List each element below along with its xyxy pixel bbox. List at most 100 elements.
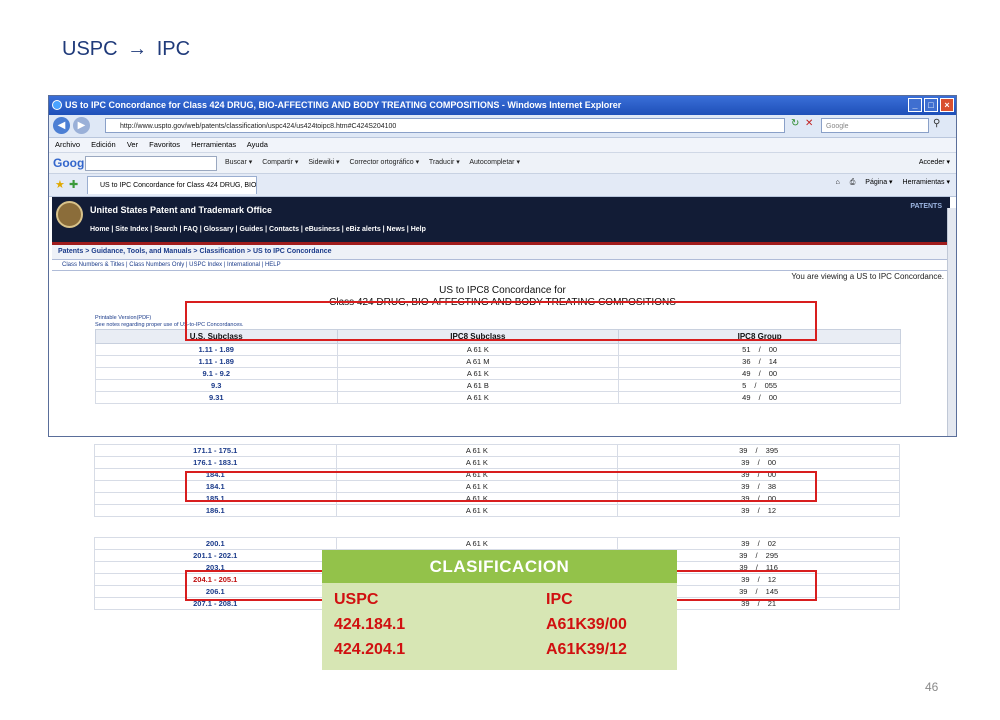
toolbar-compartir[interactable]: Compartir ▾ [262,159,298,166]
ipc8-group-cell: 39 / 12 [617,504,900,517]
address-bar: ◀ ▶ http://www.uspto.gov/web/patents/cla… [49,115,956,138]
ipc8-group-cell: 49 / 00 [618,391,901,404]
stop-button[interactable]: ✕ [805,118,813,129]
menu-herramientas[interactable]: Herramientas [191,140,236,149]
us-subclass-cell[interactable]: 9.31 [95,391,338,404]
ipc8-subclass-cell: A 61 K [336,391,620,404]
url-input[interactable]: http://www.uspto.gov/web/patents/classif… [105,118,785,133]
menu-bar: Archivo Edición Ver Favoritos Herramient… [49,138,956,153]
ipc-header: IPC [546,591,573,608]
favorites-star-icon[interactable]: ★ [55,178,65,191]
table-row: 186.1 A 61 K 39 / 12 [94,504,900,517]
table-row: 176.1 - 183.1 A 61 K 39 / 00 [94,456,900,469]
back-button[interactable]: ◀ [53,117,70,134]
toolbar-traducir[interactable]: Traducir ▾ [429,159,460,166]
ipc8-group-cell: 39 / 395 [617,444,900,457]
search-input[interactable]: Google [821,118,929,133]
tools-menu[interactable]: Herramientas ▾ [903,179,950,186]
us-subclass-cell[interactable]: 176.1 - 183.1 [94,456,337,469]
window-controls: _ □ × [908,98,954,112]
print-icon[interactable]: ⎙ [850,179,856,186]
ipc8-subclass-cell: A 61 K [335,537,619,550]
page-number: 46 [925,680,939,694]
uspc-header: USPC [334,591,379,608]
table-row: 9.3 A 61 B5 / 055 [95,379,901,392]
uspc-value-1: 424.184.1 [334,616,406,633]
window-title: US to IPC Concordance for Class 424 DRUG… [65,100,622,110]
page-scrollbar[interactable] [947,208,956,436]
menu-ver[interactable]: Ver [127,140,138,149]
concordance-title-line1: US to IPC8 Concordance for [439,285,566,296]
home-icon[interactable]: ⌂ [836,179,840,186]
minimize-button[interactable]: _ [908,98,922,112]
slide-title: USPC → IPC [62,38,190,61]
viewing-note: You are viewing a US to IPC Concordance. [791,272,944,281]
tab-bar: ★ ✚ US to IPC Concordance for Class 424 … [49,174,956,197]
ipc8-subclass-cell: A 61 M [336,355,620,368]
title-right: IPC [156,38,191,60]
ipc8-subclass-cell: A 61 K [336,343,620,356]
table-row: 1.11 - 1.89 A 61 K 51 / 00 [95,343,901,356]
ipc-value-1: A61K39/00 [546,616,627,633]
menu-archivo[interactable]: Archivo [55,140,80,149]
ipc8-group-cell: 51 / 00 [618,343,901,356]
ipc8-subclass-cell: A 61 K [335,504,619,517]
close-button[interactable]: × [940,98,954,112]
google-toolbar-items: Buscar ▾ Compartir ▾ Sidewiki ▾ Correcto… [225,153,528,173]
table-row: 171.1 - 175.1 A 61 K 39 / 395 [94,444,900,457]
ipc8-subclass-cell: A 61 K [335,444,619,457]
google-search-input[interactable] [85,156,217,171]
menu-favoritos[interactable]: Favoritos [149,140,180,149]
title-left: USPC [62,38,118,60]
sub-navigation[interactable]: Class Numbers & Titles | Class Numbers O… [52,259,950,271]
office-name: United States Patent and Trademark Offic… [90,205,273,215]
highlight-title-box [185,301,817,341]
ipc8-group-cell: 39 / 02 [617,537,900,550]
uspc-value-2: 424.204.1 [334,641,406,658]
table-row: 1.11 - 1.89 A 61 M 36 / 14 [95,355,901,368]
us-subclass-cell[interactable]: 171.1 - 175.1 [94,444,337,457]
menu-ayuda[interactable]: Ayuda [247,140,268,149]
table-row: 9.1 - 9.2 A 61 K 49 / 00 [95,367,901,380]
ipc8-group-cell: 36 / 14 [618,355,901,368]
browser-tab[interactable]: US to IPC Concordance for Class 424 DRUG… [87,176,257,194]
us-subclass-cell[interactable]: 9.1 - 9.2 [95,367,338,380]
us-subclass-cell[interactable]: 201.1 - 202.1 [94,549,337,562]
uspto-header: United States Patent and Trademark Offic… [52,197,950,242]
google-toolbar: Google Buscar ▾ Compartir ▾ Sidewiki ▾ C… [49,153,956,174]
search-icon[interactable]: ⚲ [933,118,940,129]
patents-tag: PATENTS [910,203,942,210]
clasificacion-box: CLASIFICACION USPC IPC 424.184.1 A61K39/… [322,550,677,670]
breadcrumb[interactable]: Patents > Guidance, Tools, and Manuals >… [52,245,950,259]
highlight-184-box [185,471,817,502]
uspto-seal-icon [56,201,83,228]
browser-window: US to IPC Concordance for Class 424 DRUG… [48,95,957,437]
ipc8-subclass-cell: A 61 K [336,367,620,380]
acceder-button[interactable]: Acceder ▾ [919,153,950,173]
toolbar-buscar[interactable]: Buscar ▾ [225,159,252,166]
ipc8-subclass-cell: A 61 B [336,379,620,392]
window-titlebar: US to IPC Concordance for Class 424 DRUG… [49,96,956,115]
ie-icon [52,100,62,110]
us-subclass-cell[interactable]: 9.3 [95,379,338,392]
us-subclass-cell[interactable]: 1.11 - 1.89 [95,343,338,356]
ipc8-group-cell: 5 / 055 [618,379,901,392]
toolbar-autocompletar[interactable]: Autocompletar ▾ [469,159,520,166]
page-menu[interactable]: Página ▾ [865,179,892,186]
header-nav-links[interactable]: Home | Site Index | Search | FAQ | Gloss… [90,226,426,233]
us-subclass-cell[interactable]: 1.11 - 1.89 [95,355,338,368]
toolbar-sidewiki[interactable]: Sidewiki ▾ [308,159,339,166]
toolbar-corrector[interactable]: Corrector ortográfico ▾ [349,159,419,166]
add-favorite-icon[interactable]: ✚ [69,178,78,191]
maximize-button[interactable]: □ [924,98,938,112]
menu-edicion[interactable]: Edición [91,140,116,149]
forward-button[interactable]: ▶ [73,117,90,134]
ipc8-subclass-cell: A 61 K [335,456,619,469]
us-subclass-cell[interactable]: 186.1 [94,504,337,517]
refresh-button[interactable]: ↻ [791,118,799,129]
table-row: 200.1 A 61 K 39 / 02 [94,537,900,550]
command-bar: ⌂ ⎙ Página ▾ Herramientas ▾ [828,178,950,187]
ipc-value-2: A61K39/12 [546,641,627,658]
us-subclass-cell[interactable]: 200.1 [94,537,337,550]
table-row: 9.31 A 61 K 49 / 00 [95,391,901,404]
